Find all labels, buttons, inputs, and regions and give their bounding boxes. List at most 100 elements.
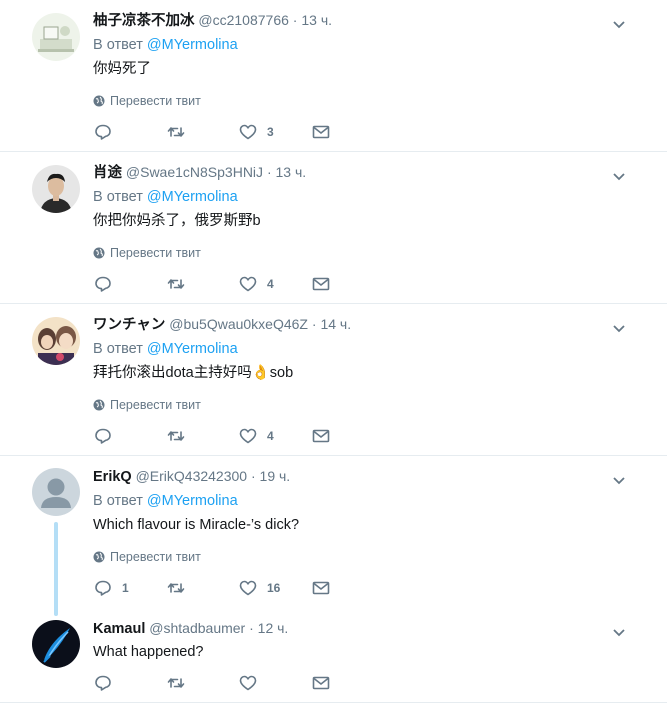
thread-connector-line [54,522,58,616]
reply-button[interactable] [93,426,166,446]
direct-message-button[interactable] [311,122,384,142]
tweet-text: 你把你妈杀了，俄罗斯野b [93,213,261,229]
reply-icon [95,276,111,292]
reply-button[interactable] [93,274,166,294]
direct-message-button[interactable] [311,274,384,294]
avatar[interactable] [32,468,80,516]
heart-icon [239,124,257,140]
translate-label: Перевести твит [110,398,201,412]
avatar[interactable] [32,620,80,668]
author-handle[interactable]: @cc21087766 [198,12,289,28]
author-name[interactable]: 柚子凉茶不加冰 [93,13,195,29]
chevron-down-icon[interactable] [611,624,627,640]
like-button[interactable]: 4 [238,426,311,446]
chevron-down-icon[interactable] [611,16,627,32]
avatar[interactable] [32,13,80,61]
reply-prefix: В ответ [93,189,143,205]
tweet[interactable]: 肖途 @Swae1cN8Sp3HNiJ · 13 ч. В ответ @MYe… [0,152,667,304]
globe-icon [93,551,105,563]
reply-icon [95,428,111,444]
translate-tweet-link[interactable]: Перевести твит [93,548,637,566]
author-name[interactable]: ErikQ [93,469,132,485]
direct-message-button[interactable] [311,426,384,446]
envelope-icon [312,676,329,690]
retweet-button[interactable] [166,274,239,294]
chevron-down-icon[interactable] [611,472,627,488]
tweet-text: 你妈死了 [93,61,151,77]
tweet-text: What happened? [93,644,204,660]
envelope-icon [312,125,329,139]
heart-icon [239,276,257,292]
tweet-time[interactable]: 13 ч. [276,164,307,180]
separator-dot: · [292,12,298,28]
direct-message-button[interactable] [311,673,384,693]
mention-link[interactable]: @MYermolina [147,189,238,205]
reply-count: 1 [122,581,129,595]
globe-icon [93,95,105,107]
tweet-time[interactable]: 19 ч. [260,468,291,484]
envelope-icon [312,277,329,291]
separator-dot: · [266,164,272,180]
tweet[interactable]: ワンチャン @bu5Qwau0kxeQ46Z · 14 ч. В ответ @… [0,304,667,456]
like-button[interactable] [238,673,311,693]
author-name[interactable]: ワンチャン [93,317,165,333]
like-button[interactable]: 16 [238,578,311,598]
reply-icon [95,675,111,691]
avatar[interactable] [32,317,80,365]
reply-icon [95,124,111,140]
mention-link[interactable]: @MYermolina [147,341,238,357]
reply-prefix: В ответ [93,493,143,509]
author-handle[interactable]: @bu5Qwau0kxeQ46Z [169,316,308,332]
chevron-down-icon[interactable] [611,168,627,184]
tweet-time[interactable]: 13 ч. [301,12,332,28]
tweet-time[interactable]: 12 ч. [258,620,289,636]
retweet-button[interactable] [166,426,239,446]
translate-tweet-link[interactable]: Перевести твит [93,244,637,262]
reply-context: В ответ @MYermolina [93,338,637,360]
retweet-icon [167,279,184,289]
retweet-icon [167,127,184,137]
retweet-button[interactable] [166,122,239,142]
reply-prefix: В ответ [93,37,143,53]
author-handle[interactable]: @Swae1cN8Sp3HNiJ [126,164,263,180]
separator-dot: · [249,620,254,636]
globe-icon [93,399,105,411]
like-count: 3 [267,125,274,139]
reply-button[interactable]: 1 [93,578,166,598]
translate-tweet-link[interactable]: Перевести твит [93,92,637,110]
reply-button[interactable] [93,122,166,142]
translate-tweet-link[interactable]: Перевести твит [93,396,637,414]
translate-label: Перевести твит [110,550,201,564]
mention-link[interactable]: @MYermolina [147,493,238,509]
author-name[interactable]: Kamaul [93,621,145,637]
reply-button[interactable] [93,673,166,693]
tweet[interactable]: Kamaul @shtadbaumer · 12 ч. What happene… [0,608,667,703]
mention-link[interactable]: @MYermolina [147,37,238,53]
retweet-icon [167,678,184,688]
retweet-button[interactable] [166,673,239,693]
avatar[interactable] [32,165,80,213]
author-handle[interactable]: @shtadbaumer [149,620,245,636]
envelope-icon [312,581,329,595]
tweet-text: 拜托你滚出dota主持好吗👌sob [93,365,294,381]
like-button[interactable]: 3 [238,122,311,142]
reply-prefix: В ответ [93,341,143,357]
retweet-icon [167,431,184,441]
author-name[interactable]: 肖途 [93,165,122,181]
globe-icon [93,247,105,259]
retweet-button[interactable] [166,578,239,598]
reply-context: В ответ @MYermolina [93,490,637,512]
reply-icon [95,580,111,596]
separator-dot: · [250,468,256,484]
tweet-time[interactable]: 14 ч. [320,316,351,332]
tweet[interactable]: ErikQ @ErikQ43242300 · 19 ч. В ответ @MY… [0,456,667,616]
like-count: 4 [267,277,274,291]
tweet-text: Which flavour is Miracle-’s dick? [93,517,300,533]
like-button[interactable]: 4 [238,274,311,294]
heart-icon [239,580,257,596]
chevron-down-icon[interactable] [611,320,627,336]
direct-message-button[interactable] [311,578,384,598]
author-handle[interactable]: @ErikQ43242300 [136,468,248,484]
separator-dot: · [311,316,317,332]
tweet[interactable]: 柚子凉茶不加冰 @cc21087766 · 13 ч. В ответ @MYe… [0,0,667,152]
